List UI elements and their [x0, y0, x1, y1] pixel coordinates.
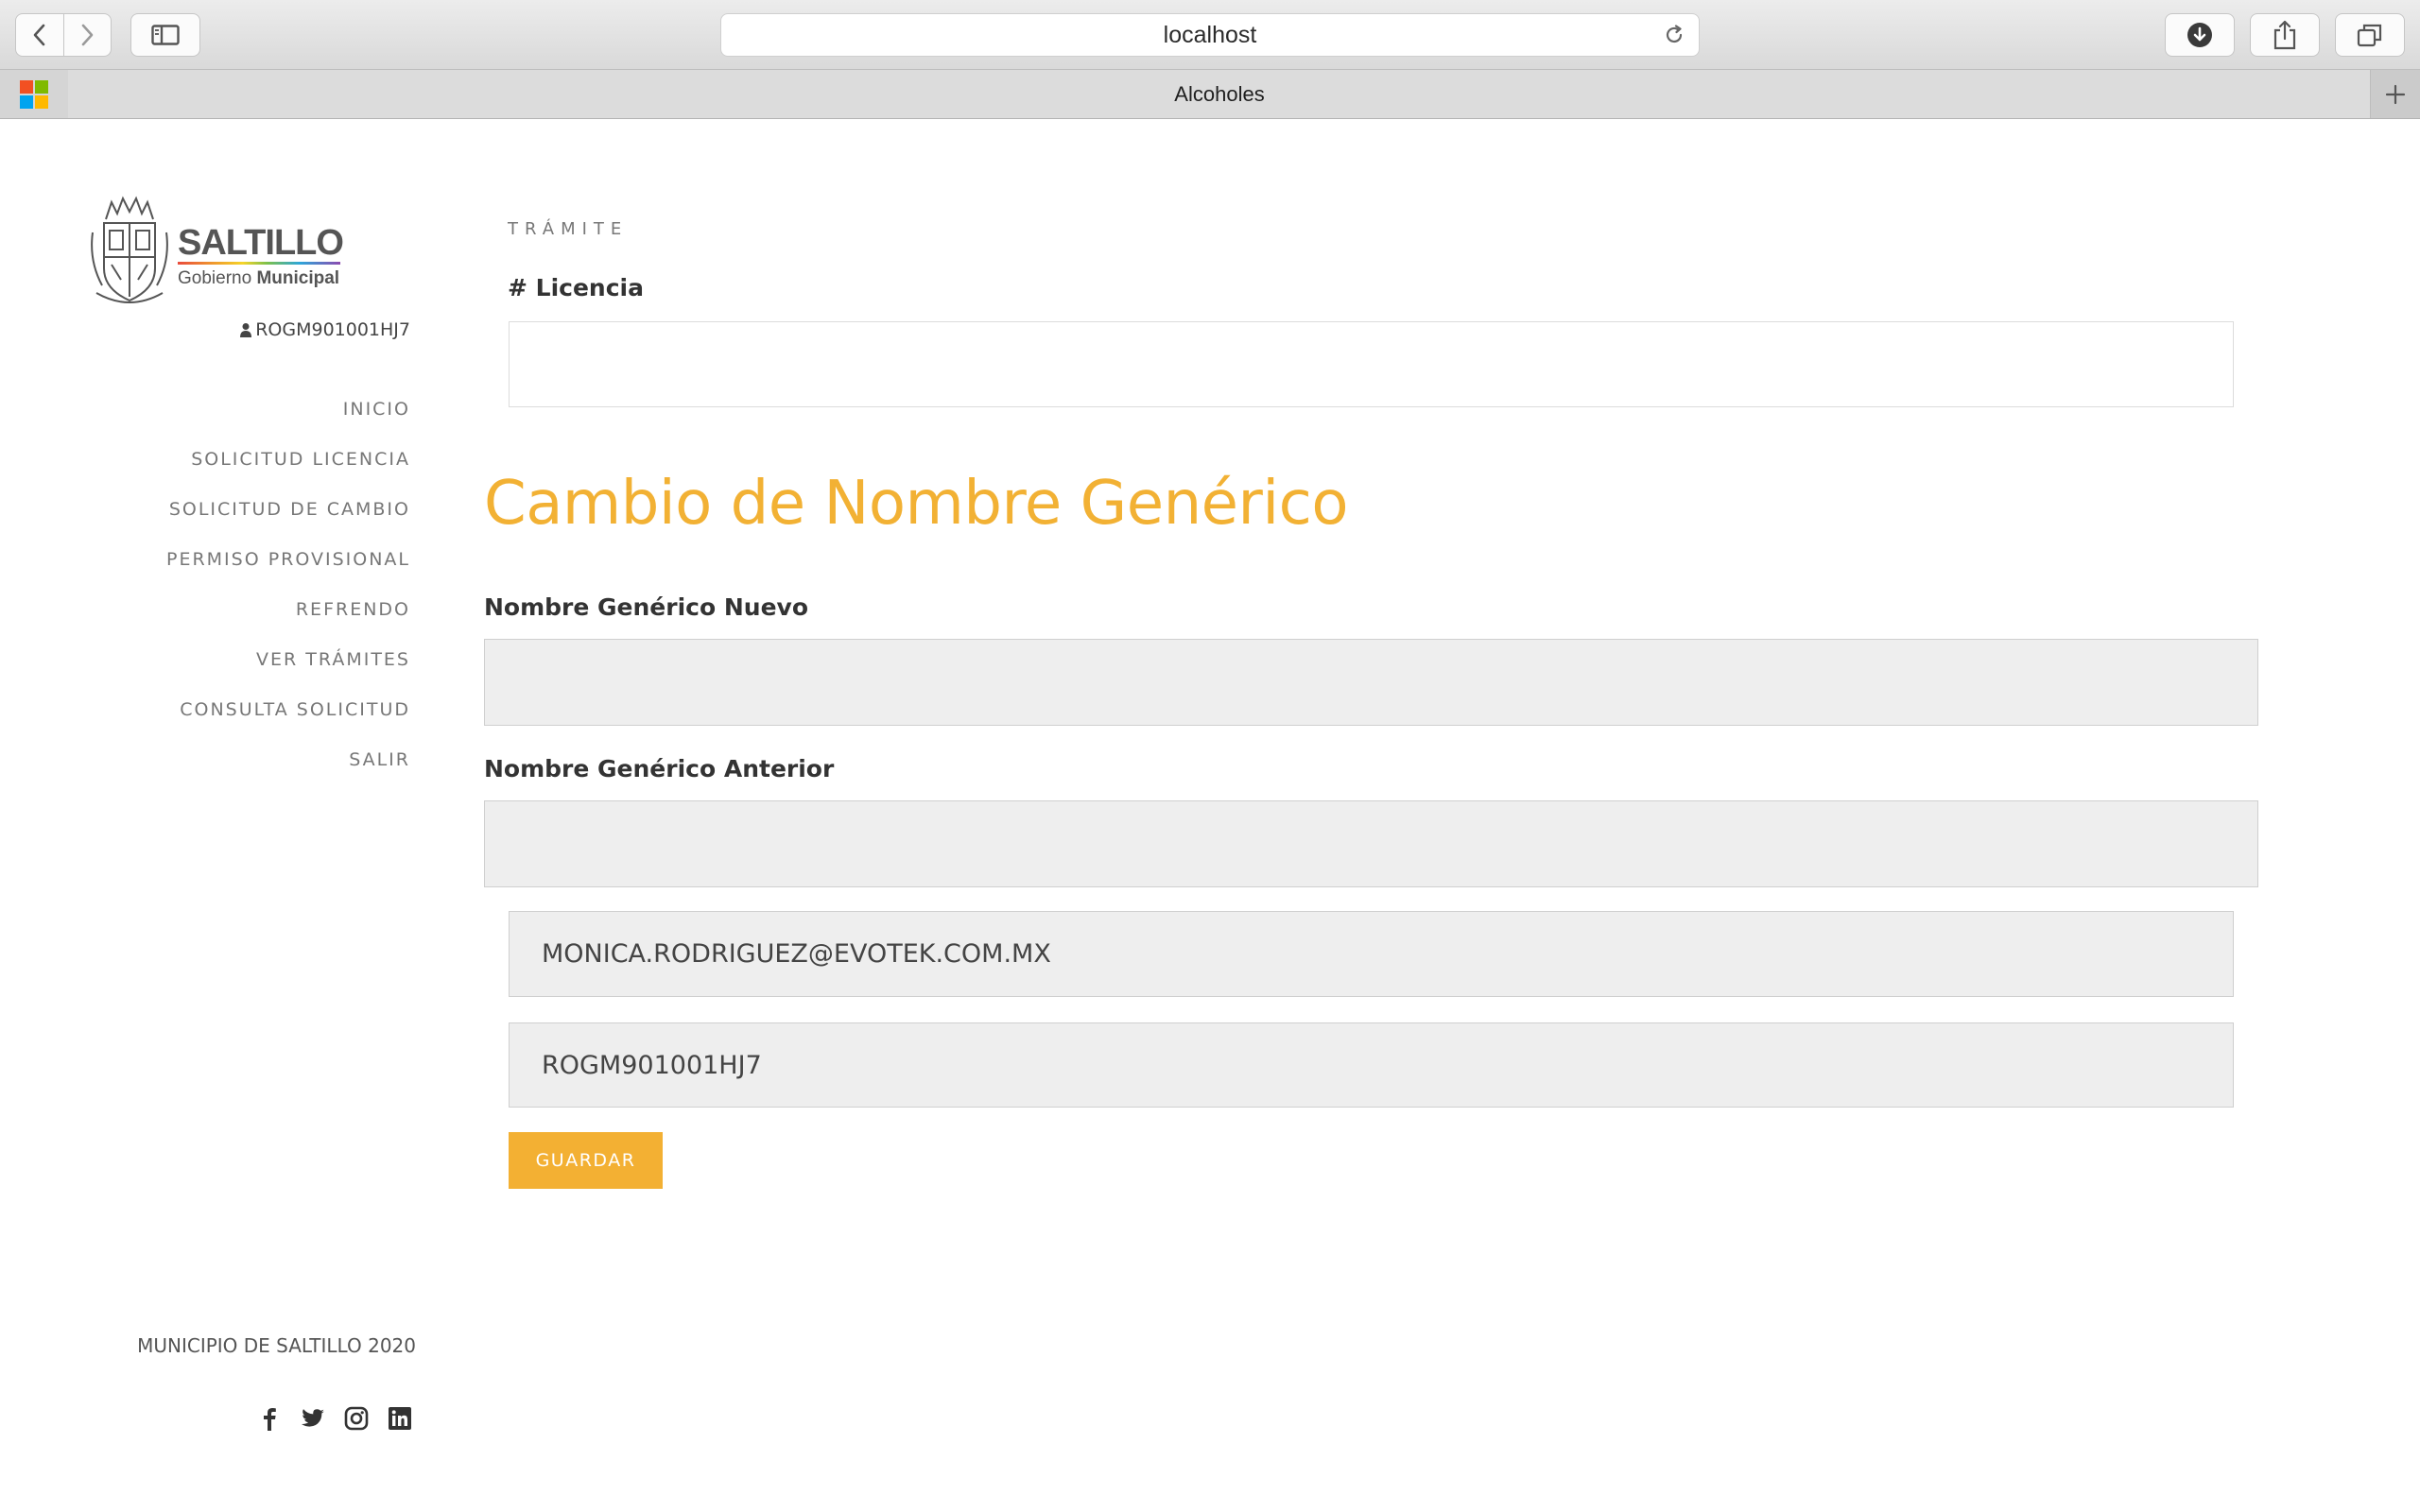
logo-subtitle-b: Municipal: [256, 268, 340, 288]
nombre-generico-anterior-label: Nombre Genérico Anterior: [484, 755, 835, 782]
nombre-generico-nuevo-input[interactable]: [484, 639, 2258, 726]
twitter-icon[interactable]: [301, 1406, 325, 1431]
licencia-label: # Licencia: [508, 274, 644, 301]
favicon-icon: [0, 70, 69, 118]
page-title: Cambio de Nombre Genérico: [484, 469, 1348, 539]
tab-overview-button[interactable]: [2335, 13, 2405, 57]
back-button[interactable]: [16, 14, 63, 56]
nombre-generico-nuevo-label: Nombre Genérico Nuevo: [484, 593, 809, 621]
nav-item-ver-tramites[interactable]: VER TRÁMITES: [166, 645, 410, 696]
main-nav: INICIO SOLICITUD LICENCIA SOLICITUD DE C…: [166, 395, 410, 796]
browser-toolbar: localhost: [0, 0, 2420, 70]
tab-title: Alcoholes: [1174, 81, 1265, 106]
logo-subtitle-a: Gobierno: [178, 268, 257, 288]
user-badge: ROGM901001HJ7: [240, 319, 410, 340]
downloads-button[interactable]: [2165, 13, 2235, 57]
tabs-icon: [2357, 24, 2382, 47]
plus-icon: [2385, 84, 2406, 104]
email-field[interactable]: [509, 911, 2234, 997]
coat-of-arms-icon: [91, 196, 168, 303]
rfc-field[interactable]: [509, 1022, 2234, 1108]
forward-button[interactable]: [62, 14, 112, 56]
nav-item-inicio[interactable]: INICIO: [166, 395, 410, 445]
social-links: [257, 1406, 412, 1431]
nav-item-salir[interactable]: SALIR: [166, 746, 410, 796]
share-button[interactable]: [2250, 13, 2320, 57]
download-icon: [2187, 23, 2212, 47]
nombre-generico-anterior-input[interactable]: [484, 800, 2258, 887]
nav-item-refrendo[interactable]: REFRENDO: [166, 595, 410, 645]
nav-button-group: [15, 13, 112, 57]
tab-bar: Alcoholes: [0, 70, 2420, 119]
logo-subtitle: Gobierno Municipal: [178, 268, 339, 289]
nav-item-solicitud-de-cambio[interactable]: SOLICITUD DE CAMBIO: [166, 495, 410, 545]
chevron-left-icon: [33, 24, 45, 46]
nav-item-consulta-solicitud[interactable]: CONSULTA SOLICITUD: [166, 696, 410, 746]
address-bar[interactable]: localhost: [720, 13, 1700, 57]
reload-icon[interactable]: [1663, 24, 1685, 53]
section-kicker: TRÁMITE: [508, 219, 629, 239]
chevron-right-icon: [81, 24, 94, 46]
nav-item-permiso-provisional[interactable]: PERMISO PROVISIONAL: [166, 545, 410, 595]
licencia-input[interactable]: [509, 321, 2234, 407]
logo-color-bar: [178, 262, 340, 265]
user-icon: [240, 323, 252, 337]
sidebar-toggle-button[interactable]: [130, 13, 200, 57]
sidebar: SALTILLO Gobierno Municipal ROGM901001HJ…: [0, 119, 435, 1512]
share-icon: [2273, 20, 2296, 50]
new-tab-button[interactable]: [2370, 70, 2420, 118]
user-id-text: ROGM901001HJ7: [255, 319, 410, 340]
save-button[interactable]: GUARDAR: [509, 1132, 663, 1189]
sidebar-icon: [151, 25, 180, 45]
active-tab[interactable]: Alcoholes: [68, 70, 2371, 118]
linkedin-icon[interactable]: [388, 1406, 412, 1431]
footer-copyright: MUNICIPIO DE SALTILLO 2020: [137, 1334, 416, 1357]
logo-title: SALTILLO: [178, 223, 344, 263]
facebook-icon[interactable]: [257, 1406, 282, 1431]
nav-item-solicitud-licencia[interactable]: SOLICITUD LICENCIA: [166, 445, 410, 495]
instagram-icon[interactable]: [344, 1406, 369, 1431]
url-text: localhost: [1163, 21, 1257, 48]
saltillo-logo[interactable]: SALTILLO Gobierno Municipal: [87, 195, 344, 308]
